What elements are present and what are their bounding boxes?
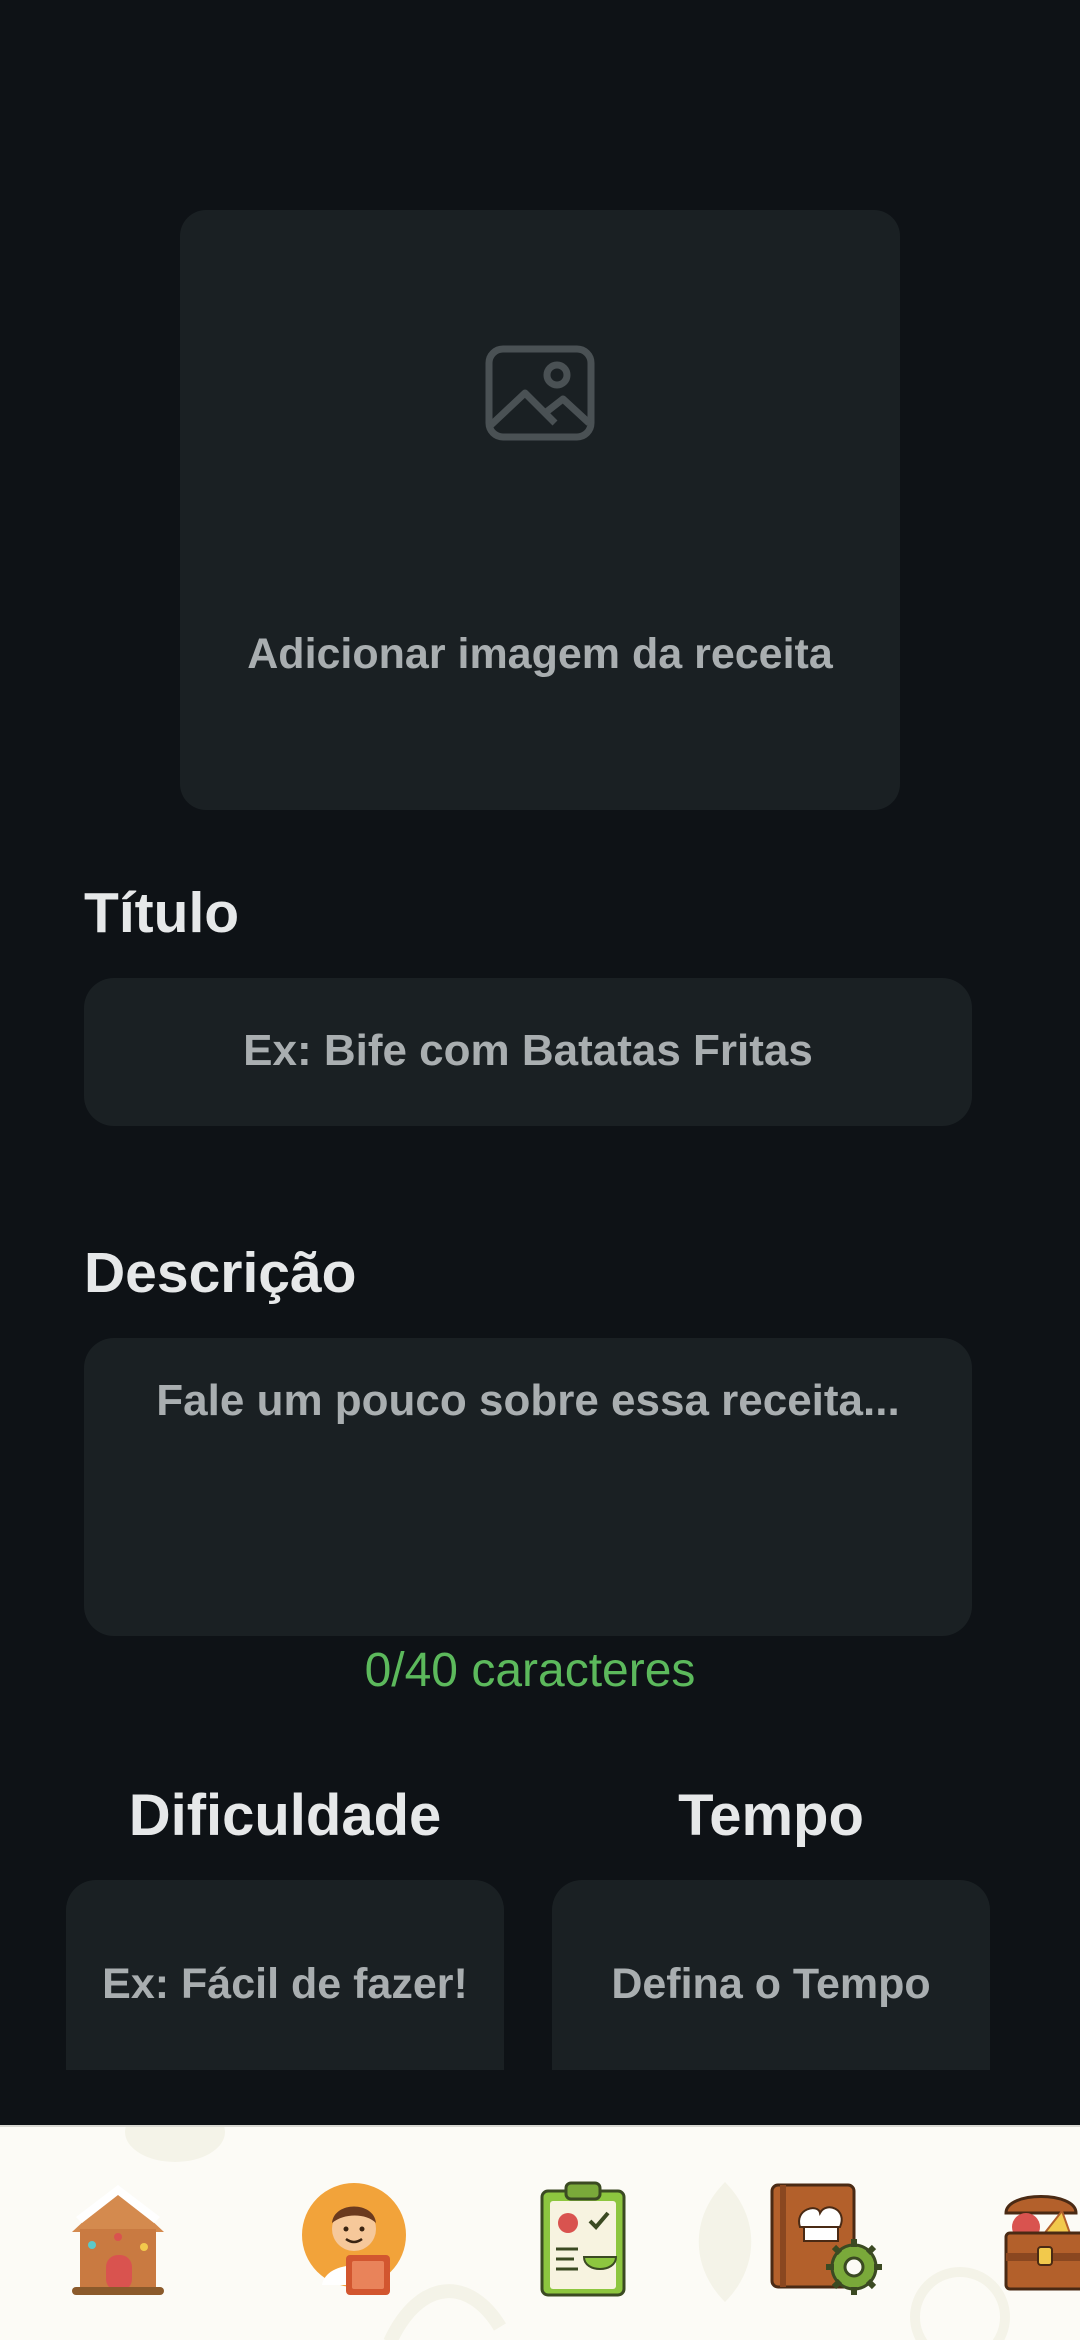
background-leaf-icon — [698, 2182, 752, 2302]
time-label: Tempo — [678, 1783, 864, 1848]
gingerbread-house-icon — [72, 2185, 164, 2295]
character-counter: 0/40 caracteres — [364, 1644, 696, 1697]
nav-meal-plan-button[interactable] — [528, 2177, 648, 2302]
difficulty-placeholder: Ex: Fácil de fazer! — [102, 1960, 468, 2008]
image-placeholder-icon — [485, 345, 595, 441]
create-recipe-screen: Adicionar imagem da receita Título Ex: B… — [0, 0, 1080, 2340]
add-recipe-image-button[interactable]: Adicionar imagem da receita — [180, 210, 900, 810]
description-input[interactable]: Fale um pouco sobre essa receita... — [84, 1338, 972, 1636]
time-picker[interactable]: Defina o Tempo — [552, 1880, 990, 2070]
recipe-book-settings-icon — [770, 2183, 882, 2295]
difficulty-select[interactable]: Ex: Fácil de fazer! — [66, 1880, 504, 2070]
nav-recipe-book-button[interactable] — [768, 2177, 888, 2302]
title-input[interactable]: Ex: Bife com Batatas Fritas — [84, 978, 972, 1126]
title-label: Título — [84, 881, 240, 945]
description-input-placeholder: Fale um pouco sobre essa receita... — [156, 1376, 900, 1425]
meal-plan-clipboard-icon — [540, 2181, 626, 2297]
nav-profile-button[interactable] — [296, 2177, 416, 2302]
chef-avatar-with-book-icon — [302, 2183, 406, 2295]
nav-home-button[interactable] — [58, 2177, 178, 2302]
title-input-placeholder: Ex: Bife com Batatas Fritas — [243, 1026, 813, 1075]
difficulty-label: Dificuldade — [128, 1783, 442, 1848]
food-treasure-chest-icon — [1004, 2195, 1080, 2291]
time-placeholder: Defina o Tempo — [611, 1960, 931, 2008]
description-label: Descrição — [84, 1241, 357, 1305]
nav-pantry-button[interactable] — [1000, 2177, 1080, 2302]
bottom-navigation-bar — [0, 2125, 1080, 2340]
background-doodle-icon — [125, 2127, 225, 2162]
add-recipe-image-label: Adicionar imagem da receita — [247, 630, 833, 678]
